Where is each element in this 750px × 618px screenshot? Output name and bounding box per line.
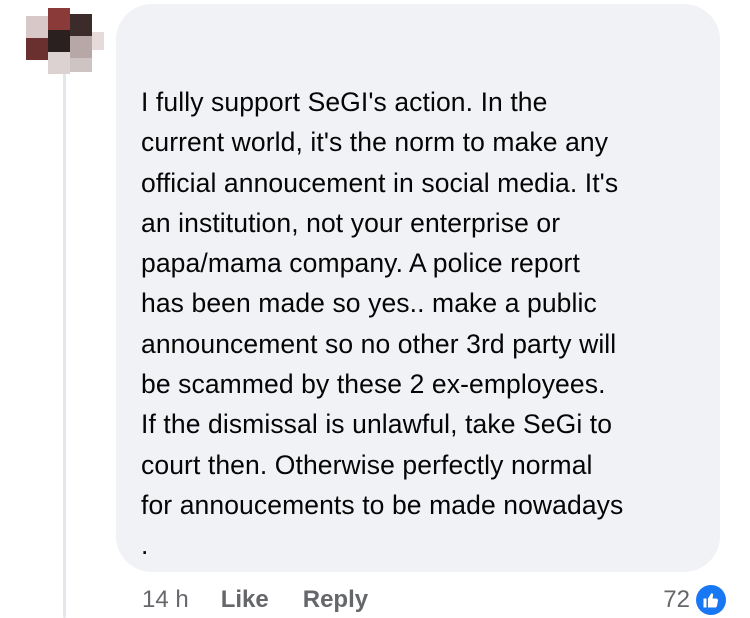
comment-line: official annoucement in social media. It… <box>141 167 619 198</box>
comment-line: an institution, not your enterprise or <box>141 207 561 238</box>
comment-line: papa/mama company. A police report <box>141 248 580 279</box>
comment-line: for annoucements to be made nowadays <box>141 489 624 520</box>
comment-actions: 14 h Like Reply <box>142 584 402 616</box>
comment-line: I fully support SeGI's action. In the <box>141 87 548 117</box>
like-button[interactable]: Like <box>221 586 269 614</box>
comment-line: has been made so yes.. make a public <box>141 288 597 319</box>
reply-thread-line <box>63 70 66 618</box>
comment-timestamp[interactable]: 14 h <box>142 586 189 614</box>
avatar[interactable] <box>26 8 104 76</box>
comment-line: court then. Otherwise perfectly normal <box>141 449 593 480</box>
comment-line: announcement so no other 3rd party will <box>141 328 617 359</box>
comment-line: If the dismissal is unlawful, take SeGi … <box>141 409 613 440</box>
thumbs-up-icon <box>696 585 726 615</box>
reaction-count: 72 <box>663 586 690 613</box>
comment-text: I fully support SeGI's action. In the cu… <box>141 82 716 566</box>
comment-line: current world, it's the norm to make any <box>141 127 609 158</box>
reactions-summary[interactable]: 72 <box>663 584 726 616</box>
comment-line: . <box>141 530 149 561</box>
reply-button[interactable]: Reply <box>303 586 368 614</box>
comment-line: be scammed by these 2 ex-employees. <box>141 369 606 400</box>
